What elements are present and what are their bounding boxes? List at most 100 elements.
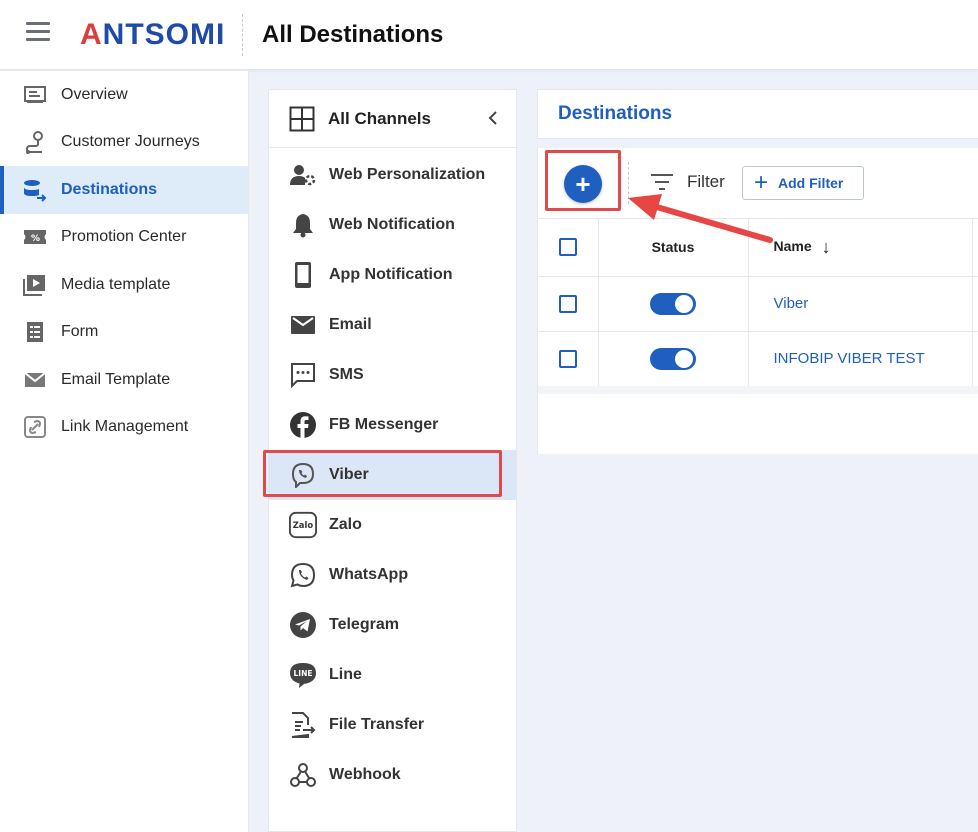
row-status-cell (598, 331, 749, 387)
sidebar-item-link-management[interactable]: Link Management (0, 404, 248, 452)
channel-label: SMS (329, 366, 364, 383)
sidebar-item-label: Email Template (61, 370, 171, 388)
chevron-left-icon[interactable] (484, 109, 502, 127)
channel-label: Webhook (329, 766, 401, 783)
all-channels-header[interactable]: All Channels (269, 90, 516, 148)
add-destination-button[interactable]: + (564, 165, 602, 203)
status-toggle[interactable] (650, 347, 696, 370)
select-all-checkbox[interactable] (558, 238, 577, 257)
add-filter-label: Add Filter (778, 175, 844, 191)
row-extra-cell (972, 276, 978, 332)
table-row[interactable]: Viber (538, 276, 978, 332)
viber-highlight (263, 450, 502, 497)
destinations-icon (22, 179, 48, 202)
channel-fb-messenger[interactable]: FB Messenger (269, 400, 516, 450)
header-divider (242, 14, 243, 56)
select-all-cell (538, 219, 599, 277)
destinations-title-bar: Destinations (537, 89, 978, 139)
status-toggle[interactable] (650, 292, 696, 315)
destination-name-link[interactable]: Viber (774, 295, 809, 312)
filter-icon (650, 172, 674, 192)
sidebar-item-label: Promotion Center (61, 228, 187, 246)
channel-label: App Notification (329, 266, 453, 283)
web-personalization-icon (289, 161, 317, 189)
horizontal-scrollbar[interactable] (538, 386, 978, 394)
channel-sms[interactable]: SMS (269, 350, 516, 400)
page-title: All Destinations (262, 21, 444, 48)
channel-line[interactable]: LINE Line (269, 650, 516, 700)
channel-whatsapp[interactable]: WhatsApp (269, 550, 516, 600)
sidebar-item-promotion-center[interactable]: % Promotion Center (0, 214, 248, 262)
channel-label: WhatsApp (329, 566, 409, 583)
svg-text:LINE: LINE (294, 669, 313, 678)
sidebar-item-label: Link Management (61, 418, 189, 436)
row-name-cell: Viber (748, 276, 973, 332)
row-check-cell (538, 276, 599, 332)
sidebar-item-label: Overview (61, 85, 128, 103)
svg-text:%: % (31, 234, 40, 244)
row-checkbox[interactable] (558, 294, 577, 313)
channel-label: Line (329, 666, 362, 683)
channel-label: Zalo (329, 516, 362, 533)
channel-zalo[interactable]: Zalo Zalo (269, 500, 516, 550)
promotion-icon: % (22, 226, 48, 248)
filter-label: Filter (687, 172, 725, 191)
email-template-icon (22, 369, 48, 391)
hamburger-menu-icon[interactable] (26, 22, 50, 42)
sidebar-item-label: Destinations (61, 180, 158, 198)
destinations-title: Destinations (558, 103, 673, 124)
row-check-cell (538, 331, 599, 387)
grid-icon (289, 106, 315, 132)
row-name-cell: INFOBIP VIBER TEST (748, 331, 973, 387)
telegram-icon (289, 611, 317, 639)
overview-icon (22, 84, 48, 106)
antsomi-logo[interactable]: ANTSOMI (80, 18, 225, 52)
top-header: ANTSOMI All Destinations (0, 0, 978, 70)
channel-email[interactable]: Email (269, 300, 516, 350)
link-icon (22, 416, 48, 439)
channel-webhook[interactable]: Webhook (269, 750, 516, 800)
extra-column (972, 219, 978, 277)
destination-name-link[interactable]: INFOBIP VIBER TEST (774, 350, 925, 367)
sidebar-item-form[interactable]: Form (0, 309, 248, 357)
line-icon: LINE (289, 661, 317, 689)
table-row[interactable]: INFOBIP VIBER TEST (538, 331, 978, 387)
facebook-icon (289, 411, 317, 439)
row-status-cell (598, 276, 749, 332)
annotation-arrow (628, 194, 773, 243)
sidebar-item-label: Media template (61, 275, 171, 293)
all-channels-label: All Channels (328, 108, 431, 128)
channel-app-notification[interactable]: App Notification (269, 250, 516, 300)
channel-web-personalization[interactable]: Web Personalization (269, 150, 516, 200)
main-sidebar: Overview Customer Journeys Destinations … (0, 71, 249, 832)
bell-icon (289, 211, 317, 239)
sort-arrow-down-icon[interactable]: ↓ (822, 237, 831, 258)
sms-icon (289, 361, 317, 389)
sidebar-item-email-template[interactable]: Email Template (0, 356, 248, 404)
channel-file-transfer[interactable]: File Transfer (269, 700, 516, 750)
email-icon (289, 311, 317, 339)
svg-text:Zalo: Zalo (293, 520, 314, 530)
sidebar-item-destinations[interactable]: Destinations (0, 166, 248, 214)
journey-icon (22, 131, 48, 155)
sidebar-item-label: Customer Journeys (61, 133, 200, 151)
row-checkbox[interactable] (558, 349, 577, 368)
sidebar-item-label: Form (61, 323, 99, 341)
form-icon (22, 321, 48, 343)
channel-label: Web Notification (329, 216, 455, 233)
sidebar-item-media-template[interactable]: Media template (0, 261, 248, 309)
channel-label: Web Personalization (329, 166, 486, 183)
zalo-icon: Zalo (289, 511, 317, 539)
file-transfer-icon (289, 711, 317, 739)
filter-button[interactable]: Filter (650, 172, 725, 192)
row-extra-cell (972, 331, 978, 387)
webhook-icon (289, 761, 317, 789)
channel-label: FB Messenger (329, 416, 439, 433)
channel-label: File Transfer (329, 716, 425, 733)
channel-telegram[interactable]: Telegram (269, 600, 516, 650)
sidebar-item-customer-journeys[interactable]: Customer Journeys (0, 119, 248, 167)
sidebar-item-overview[interactable]: Overview (0, 71, 248, 119)
whatsapp-icon (289, 561, 317, 589)
channel-web-notification[interactable]: Web Notification (269, 200, 516, 250)
media-icon (22, 274, 48, 296)
